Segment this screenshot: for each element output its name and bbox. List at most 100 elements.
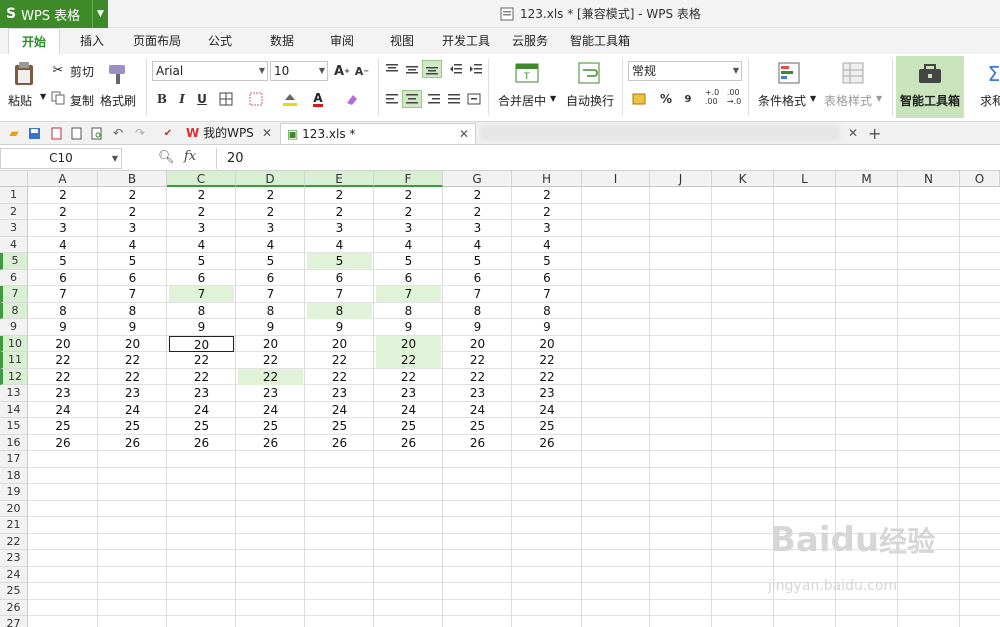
table-cell[interactable]: 24 [100,402,165,418]
distributed-align-icon[interactable] [464,90,484,108]
table-cell[interactable]: 2 [169,204,234,220]
table-cell[interactable]: 4 [238,237,303,253]
wrap-text-button[interactable]: 自动换行 [566,92,614,109]
tab-smart-toolbox[interactable]: 智能工具箱 [566,28,634,54]
tab-insert[interactable]: 插入 [70,28,114,54]
table-cell[interactable]: 23 [376,385,441,401]
bold-icon[interactable]: B [152,90,172,108]
table-cell[interactable]: 25 [238,418,303,434]
table-cell[interactable]: 23 [100,385,165,401]
table-cell[interactable]: 7 [30,286,96,302]
table-cell[interactable]: 6 [169,270,234,286]
table-cell[interactable]: 6 [376,270,441,286]
table-cell[interactable]: 7 [376,286,441,302]
print-icon[interactable] [66,124,86,142]
table-cell[interactable]: 9 [445,319,510,335]
decrease-indent-icon[interactable] [446,60,466,78]
fill-color-icon[interactable] [280,90,300,108]
doc-tab-123xls[interactable]: ▣ 123.xls * ✕ [280,123,476,144]
table-cell[interactable]: 2 [514,204,580,220]
close-icon[interactable]: ✕ [459,124,469,145]
table-cell[interactable]: 6 [238,270,303,286]
table-cell[interactable]: 25 [100,418,165,434]
table-cell[interactable]: 22 [30,369,96,385]
table-cell[interactable]: 20 [514,336,580,352]
row-header-8[interactable]: 8 [0,302,28,319]
chevron-down-icon[interactable]: ▼ [876,94,882,103]
table-cell[interactable]: 7 [169,286,234,302]
row-header-5[interactable]: 5 [0,253,28,270]
table-cell[interactable]: 3 [445,220,510,236]
sum-button[interactable]: 求和 [980,92,1000,109]
table-cell[interactable]: 22 [514,369,580,385]
table-cell[interactable]: 7 [514,286,580,302]
table-cell[interactable]: 26 [445,435,510,451]
table-cell[interactable]: 5 [514,253,580,269]
row-header-15[interactable]: 15 [0,418,28,435]
row-header-17[interactable]: 17 [0,451,28,468]
table-cell[interactable]: 9 [169,319,234,335]
row-header-3[interactable]: 3 [0,220,28,237]
table-cell[interactable]: 22 [445,352,510,368]
row-header-26[interactable]: 26 [0,599,28,616]
table-cell[interactable]: 7 [307,286,372,302]
column-header-b[interactable]: B [98,171,167,187]
table-cell[interactable]: 24 [238,402,303,418]
table-cell[interactable]: 2 [238,187,303,203]
align-middle-icon[interactable] [402,60,422,78]
column-header-h[interactable]: H [512,171,582,187]
active-cell[interactable]: 20 [169,335,234,352]
underline-icon[interactable]: U [192,90,212,108]
table-cell[interactable]: 4 [307,237,372,253]
table-cell[interactable]: 2 [376,187,441,203]
insert-function-button[interactable]: fx [184,149,196,164]
table-cell[interactable]: 20 [238,336,303,352]
table-cell[interactable]: 22 [238,368,303,385]
export-pdf-icon[interactable] [46,124,66,142]
table-cell[interactable]: 25 [514,418,580,434]
column-header-j[interactable]: J [650,171,712,187]
column-header-g[interactable]: G [443,171,512,187]
close-icon[interactable]: ✕ [262,123,272,144]
new-tab-icon[interactable]: + [868,123,881,144]
table-cell[interactable]: 6 [100,270,165,286]
table-cell[interactable]: 22 [376,352,441,368]
chevron-down-icon[interactable]: ▼ [810,94,816,103]
row-header-6[interactable]: 6 [0,269,28,286]
table-cell[interactable]: 9 [376,319,441,335]
tab-home[interactable]: 开始 [8,28,60,54]
formula-input[interactable]: 20 [216,148,1000,169]
table-cell[interactable]: 24 [307,402,372,418]
merge-center-button[interactable]: 合并居中 [498,92,546,109]
column-header-a[interactable]: A [28,171,98,187]
table-cell[interactable]: 22 [169,352,234,368]
table-cell[interactable]: 2 [445,187,510,203]
increase-indent-icon[interactable] [466,60,486,78]
table-cell[interactable]: 26 [307,435,372,451]
italic-icon[interactable]: I [172,90,192,108]
column-header-e[interactable]: E [305,171,374,187]
tab-developer[interactable]: 开发工具 [436,28,496,54]
table-cell[interactable]: 22 [514,352,580,368]
app-menu-button[interactable]: S WPS 表格 ▼ [0,0,108,28]
table-cell[interactable]: 5 [100,253,165,269]
table-cell[interactable]: 3 [100,220,165,236]
name-box[interactable]: C10 ▼ [0,148,122,169]
table-cell[interactable]: 26 [30,435,96,451]
row-header-24[interactable]: 24 [0,566,28,583]
currency-icon[interactable] [630,90,650,108]
paste-button[interactable]: 粘贴 [8,92,32,109]
table-cell[interactable]: 2 [307,187,372,203]
table-cell[interactable]: 25 [445,418,510,434]
row-header-2[interactable]: 2 [0,203,28,220]
table-cell[interactable]: 8 [100,303,165,319]
table-cell[interactable]: 5 [445,253,510,269]
column-header-o[interactable]: O [960,171,1000,187]
decrease-decimal-icon[interactable]: .00 →.0 [724,88,744,106]
row-header-4[interactable]: 4 [0,236,28,253]
tab-cloud[interactable]: 云服务 [506,28,554,54]
percent-button[interactable]: % [656,90,676,108]
row-header-21[interactable]: 21 [0,517,28,534]
redo-icon[interactable]: ↷ [130,124,150,142]
print-preview-icon[interactable] [86,124,106,142]
